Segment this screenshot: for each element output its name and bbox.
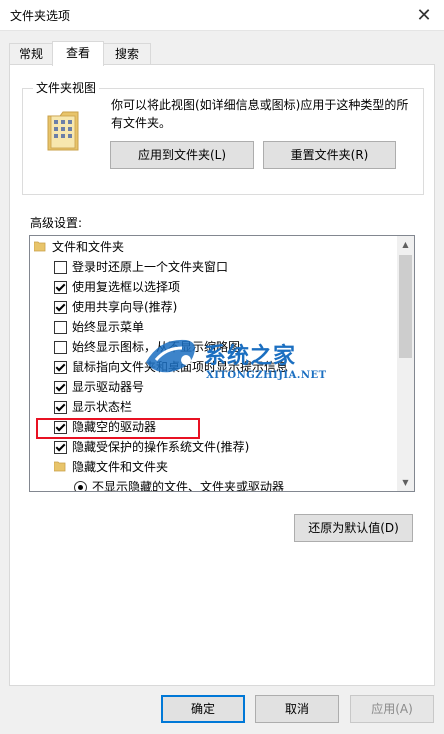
site-watermark: 系统之家 XITONGZHIJIA.NET xyxy=(142,330,332,392)
option-label: 使用复选框以选择项 xyxy=(72,280,181,294)
scroll-up-arrow-icon[interactable]: ▲ xyxy=(397,236,414,253)
option-label: 隐藏受保护的操作系统文件(推荐) xyxy=(72,440,250,454)
option-label: 始终显示菜单 xyxy=(72,320,145,334)
cancel-button[interactable]: 取消 xyxy=(255,695,339,723)
title-bar: 文件夹选项 ✕ xyxy=(0,0,444,31)
watermark-url: XITONGZHIJIA.NET xyxy=(206,370,327,381)
option-label: 使用共享向导(推荐) xyxy=(72,300,178,314)
scrollbar-thumb[interactable] xyxy=(399,255,412,358)
apply-button[interactable]: 应用(A) xyxy=(350,695,434,723)
tab-search[interactable]: 搜索 xyxy=(103,43,151,64)
tab-general[interactable]: 常规 xyxy=(9,43,53,64)
advanced-settings-label: 高级设置: xyxy=(30,216,83,230)
folder-view-group-label: 文件夹视图 xyxy=(33,79,100,96)
checkbox[interactable] xyxy=(54,361,67,374)
highlight-annotation-box xyxy=(36,418,200,439)
watermark-logo-icon xyxy=(146,339,195,373)
checkbox[interactable] xyxy=(54,281,67,294)
tree-label: 文件和文件夹 xyxy=(52,240,125,254)
radio-button[interactable] xyxy=(74,481,87,491)
checkbox[interactable] xyxy=(54,441,67,454)
checkbox[interactable] xyxy=(54,381,67,394)
option-label: 登录时还原上一个文件夹窗口 xyxy=(72,260,229,274)
ok-button[interactable]: 确定 xyxy=(161,695,245,723)
checkbox[interactable] xyxy=(54,321,67,334)
watermark-text: 系统之家 xyxy=(204,344,297,369)
reset-folders-button[interactable]: 重置文件夹(R) xyxy=(263,141,396,169)
scroll-down-arrow-icon[interactable]: ▼ xyxy=(397,474,414,491)
option-label: 不显示隐藏的文件、文件夹或驱动器 xyxy=(92,480,285,492)
tree-label: 隐藏文件和文件夹 xyxy=(72,460,169,474)
folder-view-icon xyxy=(47,111,79,151)
folder-icon xyxy=(34,241,46,252)
window-title: 文件夹选项 xyxy=(10,9,71,23)
tree-scrollbar[interactable]: ▲ ▼ xyxy=(397,236,414,491)
restore-defaults-button[interactable]: 还原为默认值(D) xyxy=(294,514,413,542)
folder-view-description: 你可以将此视图(如详细信息或图标)应用于这种类型的所有文件夹。 xyxy=(111,98,409,130)
checkbox[interactable] xyxy=(54,341,67,354)
option-label: 显示状态栏 xyxy=(72,400,133,414)
folder-icon xyxy=(54,461,66,472)
checkbox[interactable] xyxy=(54,261,67,274)
close-button[interactable]: ✕ xyxy=(404,0,444,30)
tab-view[interactable]: 查看 xyxy=(52,41,104,66)
checkbox[interactable] xyxy=(54,401,67,414)
apply-to-folders-button[interactable]: 应用到文件夹(L) xyxy=(110,141,254,169)
option-label: 显示驱动器号 xyxy=(72,380,145,394)
checkbox[interactable] xyxy=(54,301,67,314)
